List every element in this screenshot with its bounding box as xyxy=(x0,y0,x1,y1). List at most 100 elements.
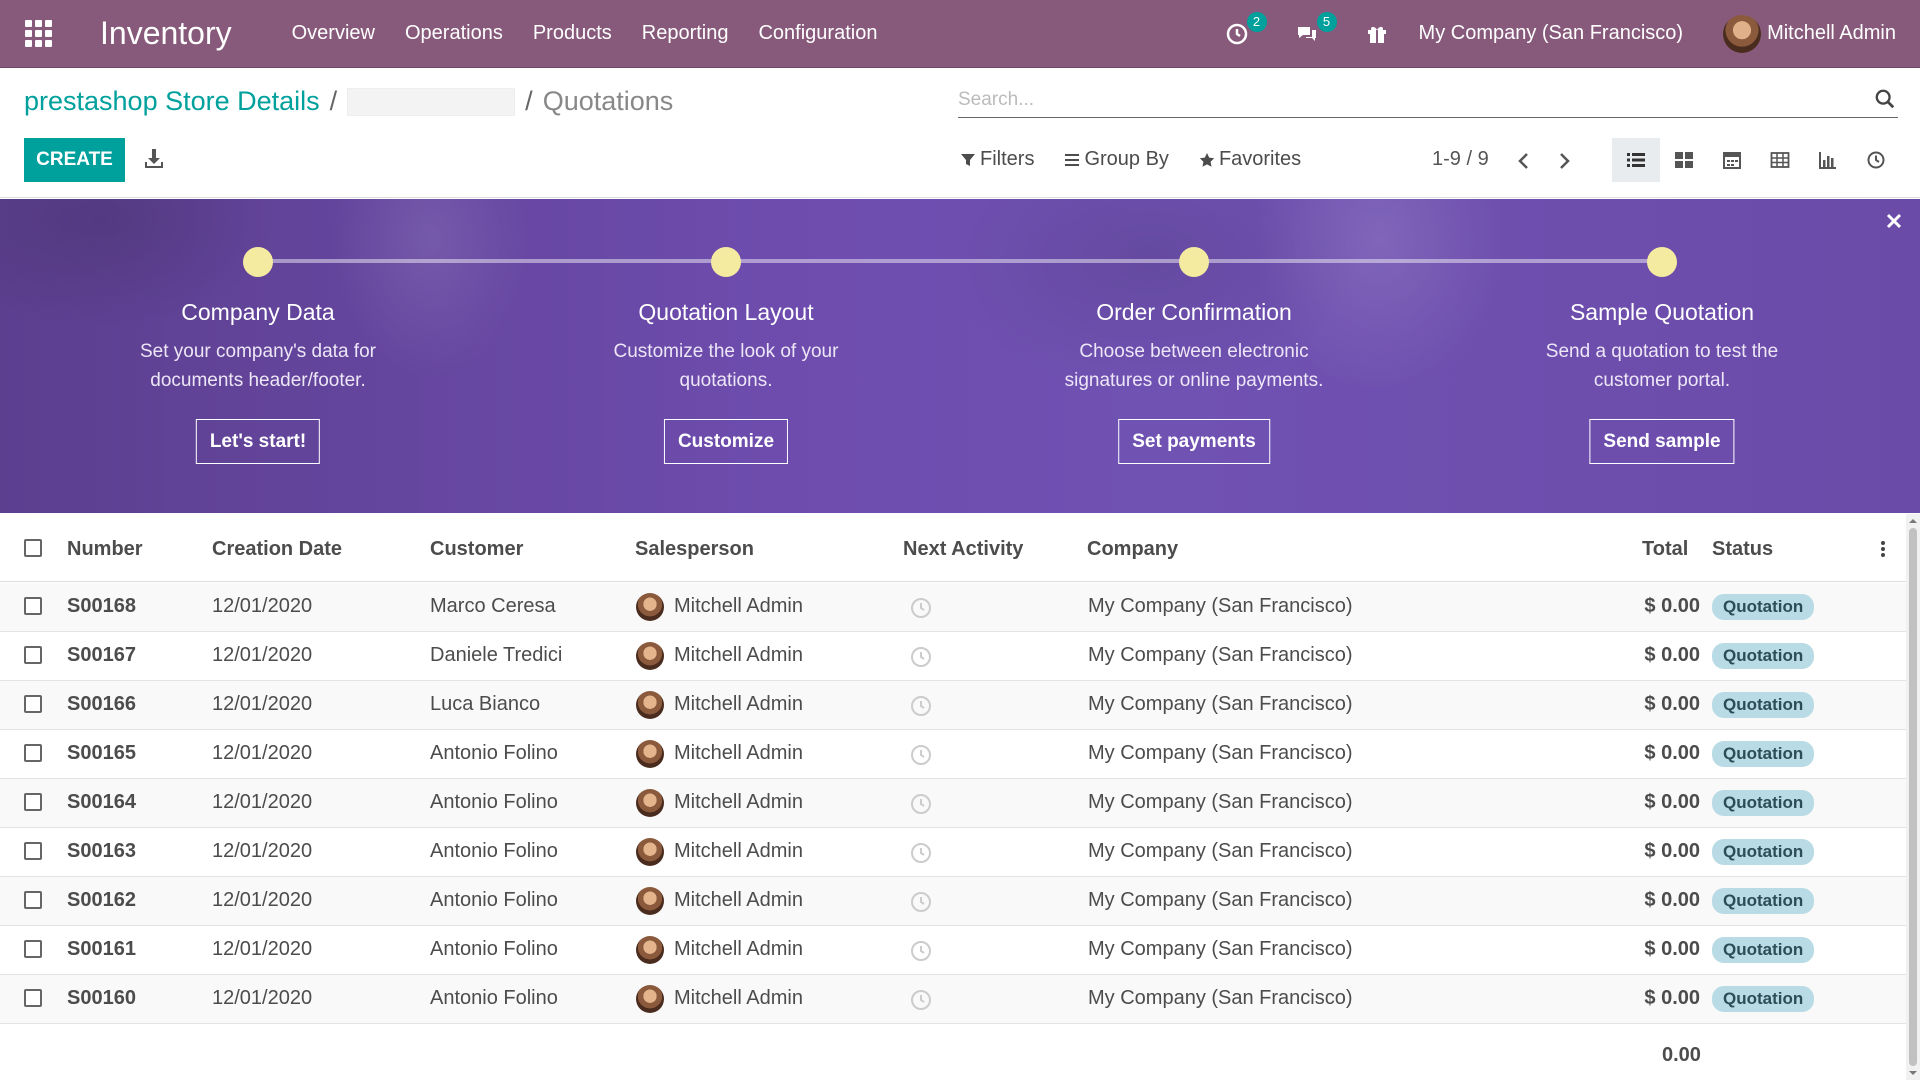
row-checkbox[interactable] xyxy=(24,744,42,762)
activity-clock-icon[interactable] xyxy=(910,646,932,668)
breadcrumb-root[interactable]: prestashop Store Details xyxy=(24,86,320,117)
status-badge: Quotation xyxy=(1712,839,1815,865)
salesperson-name: Mitchell Admin xyxy=(674,644,803,666)
close-icon[interactable] xyxy=(1884,211,1904,231)
column-company[interactable]: Company xyxy=(1087,538,1178,561)
menu-configuration[interactable]: Configuration xyxy=(758,22,877,45)
search-icon[interactable] xyxy=(1874,88,1896,110)
activity-clock-icon[interactable] xyxy=(910,891,932,913)
download-icon[interactable] xyxy=(144,148,164,170)
table-row[interactable]: S00164 12/01/2020 Antonio Folino Mitchell A… xyxy=(0,779,1906,828)
messages-icon[interactable]: 5 xyxy=(1293,11,1337,48)
column-customer[interactable]: Customer xyxy=(430,538,523,561)
star-icon xyxy=(1199,152,1215,167)
select-all-checkbox[interactable] xyxy=(24,539,42,557)
step-description: Choose between electronic signatures or … xyxy=(1064,341,1324,391)
activity-clock-icon[interactable]: 2 xyxy=(1223,11,1267,48)
table-row[interactable]: S00165 12/01/2020 Antonio Folino Mitchell A… xyxy=(0,730,1906,779)
salesperson-avatar xyxy=(636,593,664,621)
breadcrumb-middle[interactable] xyxy=(347,87,516,116)
table-row[interactable]: S00166 12/01/2020 Luca Bianco Mitchell Admi… xyxy=(0,681,1906,730)
list-view-icon[interactable] xyxy=(1612,138,1660,182)
pivot-view-icon[interactable] xyxy=(1756,138,1804,182)
activity-view-icon[interactable] xyxy=(1852,138,1900,182)
column-total[interactable]: Total xyxy=(1642,538,1688,561)
scroll-down-icon[interactable] xyxy=(1909,1069,1917,1077)
menu-products[interactable]: Products xyxy=(533,22,612,45)
scroll-up-icon[interactable] xyxy=(1909,517,1917,525)
control-panel: prestashop Store Details / / Quotations … xyxy=(0,68,1920,198)
activity-clock-icon[interactable] xyxy=(910,744,932,766)
activity-clock-icon[interactable] xyxy=(910,597,932,619)
row-checkbox[interactable] xyxy=(24,989,42,1007)
column-creation-date[interactable]: Creation Date xyxy=(212,538,342,561)
table-row[interactable]: S00162 12/01/2020 Antonio Folino Mitchell A… xyxy=(0,877,1906,926)
search-options: Filters Group By Favorites xyxy=(960,148,1331,171)
lets-start-button[interactable]: Let's start! xyxy=(195,419,321,464)
table-row[interactable]: S00168 12/01/2020 Marco Ceresa Mitchell Adm… xyxy=(0,583,1906,632)
app-title[interactable]: Inventory xyxy=(100,15,232,52)
search-input[interactable] xyxy=(958,88,1858,111)
progress-timeline xyxy=(258,259,1662,263)
kanban-view-icon[interactable] xyxy=(1660,138,1708,182)
status-badge: Quotation xyxy=(1712,937,1815,963)
menu-overview[interactable]: Overview xyxy=(292,22,375,45)
apps-menu-icon[interactable] xyxy=(24,20,52,48)
row-checkbox[interactable] xyxy=(24,891,42,909)
table-row[interactable]: S00161 12/01/2020 Antonio Folino Mitchell A… xyxy=(0,926,1906,975)
table-row[interactable]: S00163 12/01/2020 Antonio Folino Mitchell A… xyxy=(0,828,1906,877)
row-checkbox[interactable] xyxy=(24,793,42,811)
scroll-thumb[interactable] xyxy=(1909,528,1917,1066)
row-checkbox[interactable] xyxy=(24,646,42,664)
menu-operations[interactable]: Operations xyxy=(405,22,503,45)
groupby-button[interactable]: Group By xyxy=(1064,148,1169,171)
row-checkbox[interactable] xyxy=(24,695,42,713)
column-status[interactable]: Status xyxy=(1712,538,1773,561)
customer-name: Antonio Folino xyxy=(430,889,558,911)
salesperson-avatar xyxy=(636,985,664,1013)
filters-button[interactable]: Filters xyxy=(960,148,1034,171)
breadcrumb-current: Quotations xyxy=(542,86,674,116)
main-menu: Overview Operations Products Reporting C… xyxy=(292,22,908,45)
pager-previous-icon[interactable] xyxy=(1516,152,1530,170)
graph-view-icon[interactable] xyxy=(1804,138,1852,182)
calendar-view-icon[interactable] xyxy=(1708,138,1756,182)
pager-next-icon[interactable] xyxy=(1558,152,1572,170)
step-title: Sample Quotation xyxy=(1569,299,1755,325)
set-payments-button[interactable]: Set payments xyxy=(1118,419,1270,464)
column-next-activity[interactable]: Next Activity xyxy=(903,538,1023,561)
activity-clock-icon[interactable] xyxy=(910,989,932,1011)
column-salesperson[interactable]: Salesperson xyxy=(635,538,754,561)
company-name: My Company (San Francisco) xyxy=(1088,693,1353,715)
company-name: My Company (San Francisco) xyxy=(1088,644,1353,666)
activity-clock-icon[interactable] xyxy=(910,695,932,717)
status-badge: Quotation xyxy=(1712,643,1815,669)
activity-clock-icon[interactable] xyxy=(910,842,932,864)
table-header: Number Creation Date Customer Salesperso… xyxy=(0,514,1906,582)
customize-button[interactable]: Customize xyxy=(663,419,789,464)
send-sample-button[interactable]: Send sample xyxy=(1589,419,1735,464)
table-row[interactable]: S00167 12/01/2020 Daniele Tredici Mitchell … xyxy=(0,632,1906,681)
row-checkbox[interactable] xyxy=(24,940,42,958)
activity-clock-icon[interactable] xyxy=(910,793,932,815)
user-menu[interactable]: Mitchell Admin xyxy=(1767,22,1896,45)
company-name: My Company (San Francisco) xyxy=(1088,742,1353,764)
pager-value[interactable]: 1-9 / 9 xyxy=(1432,148,1489,171)
favorites-button[interactable]: Favorites xyxy=(1199,148,1301,171)
step-description: Set your company's data for documents he… xyxy=(140,341,376,391)
filters-label: Filters xyxy=(980,148,1035,170)
column-number[interactable]: Number xyxy=(67,538,143,561)
creation-date: 12/01/2020 xyxy=(212,987,313,1009)
row-checkbox[interactable] xyxy=(24,597,42,615)
create-button[interactable]: CREATE xyxy=(24,138,125,182)
row-checkbox[interactable] xyxy=(24,842,42,860)
user-avatar[interactable] xyxy=(1723,14,1762,53)
table-row[interactable]: S00160 12/01/2020 Antonio Folino Mitchell A… xyxy=(0,975,1906,1024)
order-number: S00167 xyxy=(67,644,136,666)
gift-icon[interactable] xyxy=(1363,20,1391,48)
optional-columns-icon[interactable] xyxy=(1880,540,1886,558)
menu-reporting[interactable]: Reporting xyxy=(642,22,729,45)
company-switcher[interactable]: My Company (San Francisco) xyxy=(1419,22,1684,45)
activity-clock-icon[interactable] xyxy=(910,940,932,962)
scrollbar[interactable] xyxy=(1906,514,1920,1080)
